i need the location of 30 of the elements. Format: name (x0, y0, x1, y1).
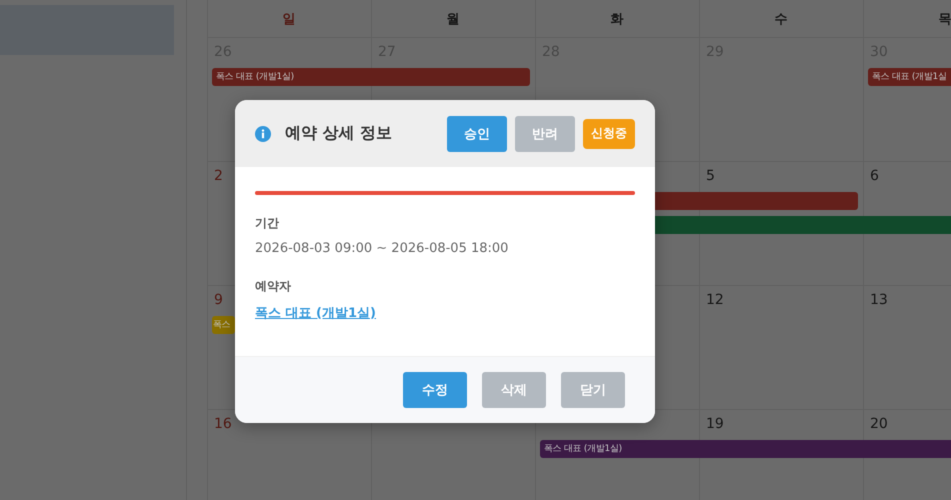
field-label: 예약자 (255, 278, 291, 295)
day-number: 16 (214, 416, 232, 434)
day-number: 9 (214, 292, 223, 310)
day-number: 5 (706, 168, 715, 186)
dialog-title: 예약 상세 정보 (285, 123, 394, 144)
info-icon (255, 126, 271, 142)
event-bar[interactable]: 폭스 대표 (개발1실) (212, 68, 530, 86)
day-number: 13 (870, 292, 888, 310)
event-bar[interactable]: 폭스 (212, 316, 235, 334)
action-button[interactable]: 반려 (515, 116, 575, 152)
weekday-header: 화 (610, 10, 624, 28)
footer-button[interactable]: 닫기 (561, 372, 625, 408)
day-number: 20 (870, 416, 888, 434)
footer-button[interactable]: 삭제 (482, 372, 546, 408)
weekday-header: 일 (282, 10, 296, 28)
day-number: 2 (214, 168, 223, 186)
event-bar[interactable]: 폭스 대표 (개발1실) (540, 440, 951, 458)
event-bar[interactable]: 폭스 대표 (개발1실 (868, 68, 951, 86)
weekday-header: 월 (446, 10, 460, 28)
field-value: 2026-08-03 09:00 ~ 2026-08-05 18:00 (255, 241, 508, 256)
footer-button[interactable]: 수정 (403, 372, 467, 408)
day-number: 12 (706, 292, 724, 310)
status-badge: 신청중 (583, 118, 635, 148)
day-number: 19 (706, 416, 724, 434)
day-number: 6 (870, 168, 879, 186)
action-button[interactable]: 승인 (447, 116, 507, 152)
weekday-header: 수 (774, 10, 788, 28)
weekday-header: 목 (938, 10, 951, 28)
field-label: 기간 (255, 215, 279, 232)
reserver-link[interactable]: 폭스 대표 (개발1실) (255, 304, 376, 322)
